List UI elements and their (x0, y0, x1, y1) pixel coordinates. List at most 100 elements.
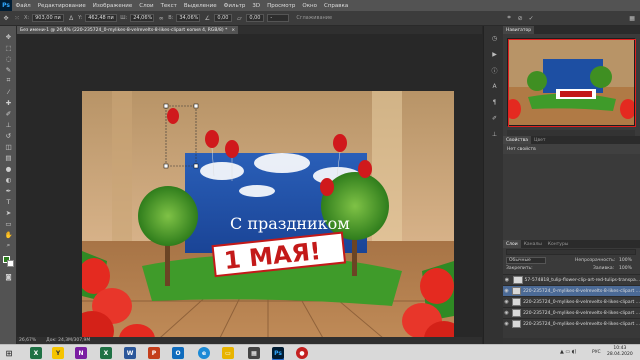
tab-layers[interactable]: Слои (503, 240, 521, 248)
hskew-field[interactable]: 0,00 (246, 14, 265, 22)
excel-app-icon[interactable]: X (30, 347, 42, 359)
hand-tool-icon[interactable]: ✋ (2, 230, 15, 239)
info-panel-icon[interactable]: ⓘ (490, 66, 499, 75)
canvas-area[interactable]: С праздником 1 МАЯ! (17, 34, 482, 354)
eyedropper-tool-icon[interactable]: ⁄ (2, 87, 15, 96)
shape-tool-icon[interactable]: ▭ (2, 219, 15, 228)
menu-help[interactable]: Справка (320, 3, 351, 9)
clock-date: 28.04.2020 (607, 352, 633, 357)
outlook-app-icon[interactable]: O (172, 347, 184, 359)
rotate-icon: ∠ (204, 14, 211, 22)
menu-layers[interactable]: Слои (136, 3, 157, 9)
word-app-icon[interactable]: W (124, 347, 136, 359)
media-app-icon[interactable]: ▦ (248, 347, 260, 359)
pen-tool-icon[interactable]: ✒ (2, 186, 15, 195)
background-color-swatch[interactable] (7, 260, 14, 267)
tab-properties[interactable]: Свойства (503, 136, 531, 144)
edge-browser-icon[interactable]: e (198, 347, 210, 359)
healing-tool-icon[interactable]: ✚ (2, 98, 15, 107)
marquee-tool-icon[interactable]: ⬚ (2, 43, 15, 52)
paragraph-panel-icon[interactable]: ¶ (490, 98, 499, 106)
x-field[interactable]: 903,00 пи (32, 14, 65, 22)
clock[interactable]: 10:43 28.04.2020 (607, 346, 633, 358)
dodge-tool-icon[interactable]: ◐ (2, 175, 15, 184)
menu-edit[interactable]: Редактирование (34, 3, 89, 9)
type-tool-icon[interactable]: T (2, 197, 15, 206)
recorder-app-icon[interactable]: ● (296, 347, 308, 359)
blur-tool-icon[interactable]: ● (2, 164, 15, 173)
eye-icon[interactable]: ◉ (503, 288, 510, 294)
layer-row[interactable]: ◉ 220-235724_0-mylikes-8-velrevelts-8-li… (503, 307, 640, 318)
menu-select[interactable]: Выделение (180, 3, 220, 9)
lasso-tool-icon[interactable]: ◌ (2, 54, 15, 63)
cancel-transform-icon[interactable]: ⊘ (516, 14, 524, 22)
workspace-icon[interactable]: ▦ (628, 14, 636, 22)
eye-icon[interactable]: ◉ (503, 277, 511, 283)
y-field[interactable]: 462,48 пи (85, 14, 118, 22)
layer-row[interactable]: ◉ 57-574818_tulip-flower-clip-art-red-tu… (503, 274, 640, 285)
width-field[interactable]: 24,06% (130, 14, 155, 22)
photoshop-app-icon[interactable]: Ps (272, 347, 284, 359)
clone-panel-icon[interactable]: ⊥ (490, 130, 499, 138)
layer-row[interactable]: ◉ 220-235724_0-mylikes-8-velrevelts-8-li… (503, 296, 640, 307)
zoom-level[interactable]: 26,67% (19, 338, 36, 343)
path-select-tool-icon[interactable]: ➤ (2, 208, 15, 217)
menu-window[interactable]: Окно (299, 3, 321, 9)
close-icon[interactable]: × (231, 28, 235, 33)
warp-icon[interactable]: ⌗ (505, 14, 513, 22)
gradient-tool-icon[interactable]: ▤ (2, 153, 15, 162)
yandex-browser-icon[interactable]: Y (52, 347, 64, 359)
height-field[interactable]: 34,06% (176, 14, 201, 22)
eye-icon[interactable]: ◉ (503, 299, 510, 305)
powerpoint-app-icon[interactable]: P (148, 347, 160, 359)
actions-panel-icon[interactable]: ▶ (490, 50, 499, 58)
layer-row[interactable]: ◉ 220-235724_0-mylikes-8-velrevelts-8-li… (503, 318, 640, 329)
menu-type[interactable]: Текст (157, 3, 180, 9)
quick-select-tool-icon[interactable]: ✎ (2, 65, 15, 74)
history-panel-icon[interactable]: ◷ (490, 34, 499, 42)
stamp-tool-icon[interactable]: ⊥ (2, 120, 15, 129)
menu-view[interactable]: Просмотр (264, 3, 299, 9)
fill-field[interactable]: 100% (619, 266, 632, 271)
move-tool-icon[interactable]: ✥ (2, 32, 15, 41)
menu-3d[interactable]: 3D (249, 3, 264, 9)
opacity-field[interactable]: 100% (619, 258, 632, 263)
interpolation-select[interactable]: - (267, 14, 290, 22)
angle-field[interactable]: 0,00 (214, 14, 233, 22)
delta-icon[interactable]: Δ (67, 14, 75, 22)
excel-app-icon-2[interactable]: X (100, 347, 112, 359)
bg-window-light (372, 91, 402, 261)
tab-navigator[interactable]: Навигатор (503, 26, 535, 34)
zoom-tool-icon[interactable]: ⌕ (2, 241, 15, 250)
tab-paths[interactable]: Контуры (545, 240, 572, 248)
menu-image[interactable]: Изображение (89, 3, 136, 9)
eraser-tool-icon[interactable]: ◫ (2, 142, 15, 151)
tray-icons[interactable]: ▲ ▭ ◖) (560, 349, 576, 355)
link-icon[interactable]: ∞ (157, 14, 165, 22)
input-language[interactable]: РУС (592, 350, 601, 355)
onenote-app-icon[interactable]: N (75, 347, 87, 359)
layer-row-selected[interactable]: ◉ 220-235724_0-mylikes-8-velrevelts-8-li… (503, 285, 640, 296)
start-windows-icon[interactable]: ⊞ (3, 347, 15, 359)
document-tab[interactable]: Без имени-1 @ 26,6% (220-235724_0-mylike… (17, 26, 239, 34)
menu-file[interactable]: Файл (12, 3, 34, 9)
history-brush-icon[interactable]: ↺ (2, 131, 15, 140)
commit-transform-icon[interactable]: ✓ (527, 14, 535, 22)
navigator-preview[interactable] (505, 38, 636, 127)
blend-mode-select[interactable]: Обычные (506, 257, 546, 264)
menu-filter[interactable]: Фильтр (220, 3, 249, 9)
tab-color[interactable]: Цвет (531, 136, 549, 144)
eye-icon[interactable]: ◉ (503, 310, 510, 316)
eye-icon[interactable]: ◉ (503, 321, 510, 327)
quick-mask-icon[interactable]: ◙ (2, 272, 15, 281)
file-explorer-icon[interactable]: ▭ (222, 347, 234, 359)
antialias-label[interactable]: Сглаживание (296, 15, 332, 21)
navigator-view-box[interactable] (508, 39, 636, 127)
canvas-artwork[interactable]: С праздником 1 МАЯ! (82, 91, 454, 354)
brush-panel-icon[interactable]: ✐ (490, 114, 499, 122)
tab-channels[interactable]: Каналы (521, 240, 545, 248)
brush-tool-icon[interactable]: ✐ (2, 109, 15, 118)
crop-tool-icon[interactable]: ⌗ (2, 76, 15, 85)
reference-point-icon[interactable]: ⁙ (13, 14, 21, 22)
character-panel-icon[interactable]: A (490, 82, 499, 90)
